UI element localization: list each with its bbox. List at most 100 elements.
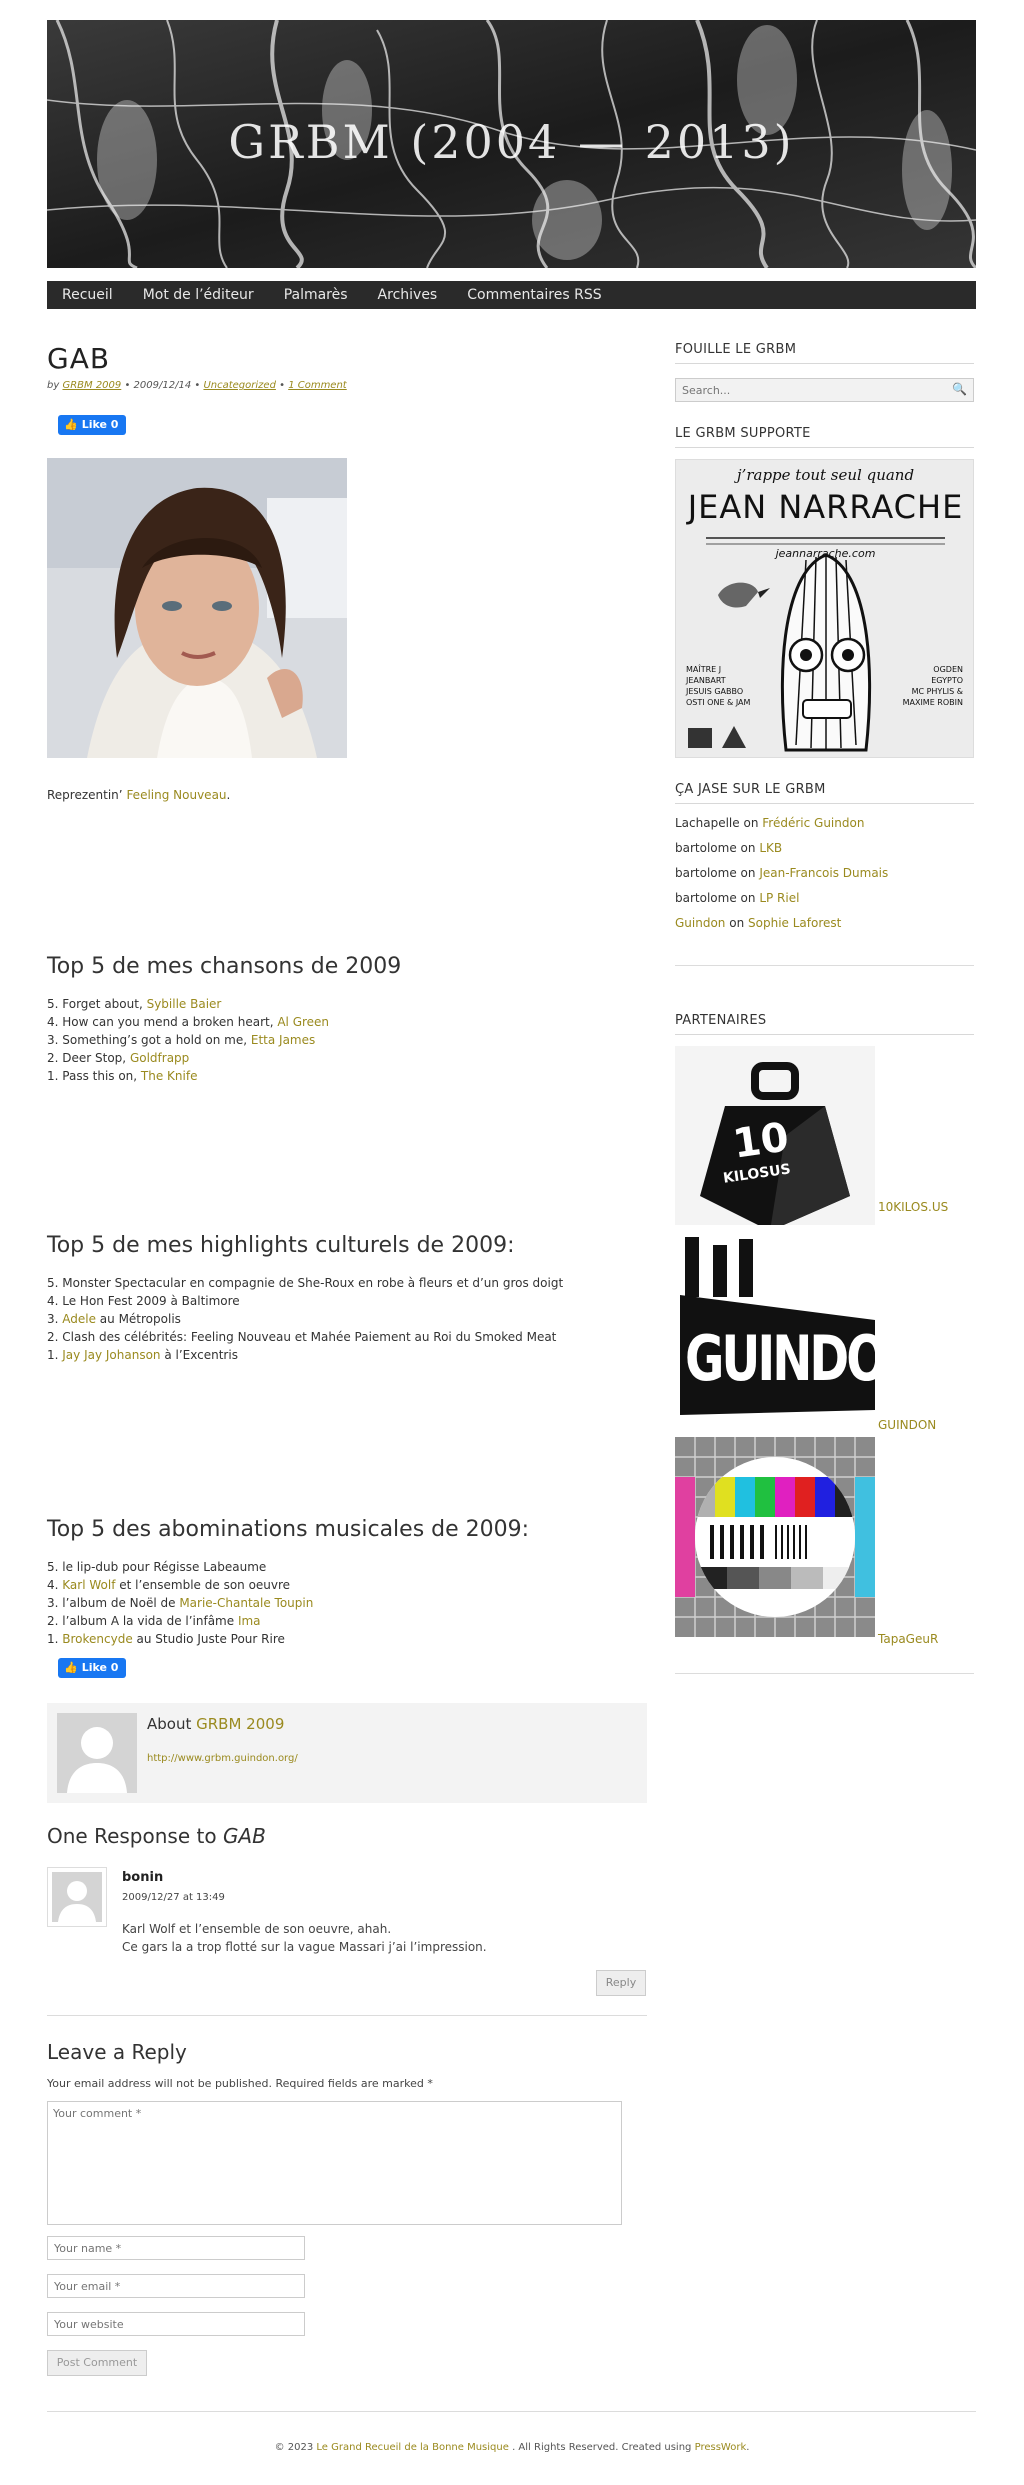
- thumbs-up-icon: 👍: [64, 1661, 78, 1674]
- author-about: About GRBM 2009: [147, 1715, 284, 1733]
- comment-textarea[interactable]: [47, 2101, 622, 2225]
- facebook-like-button-bottom[interactable]: 👍 Like 0: [58, 1658, 127, 1678]
- artist-link[interactable]: Adele: [62, 1312, 96, 1326]
- reply-button[interactable]: Reply: [596, 1970, 646, 1996]
- artist-link[interactable]: Goldfrapp: [130, 1051, 189, 1065]
- partner-logo-text: 10: [730, 1114, 792, 1168]
- item-text: 3. l’album de Noël de: [47, 1596, 180, 1610]
- partner-tapageur: TapaGeuR: [675, 1437, 974, 1647]
- recent-comment-item: Lachapelle on Frédéric Guindon: [675, 816, 864, 830]
- artist-link[interactable]: Jay Jay Johanson: [62, 1348, 160, 1362]
- poster-name-line: MC PHYLIS &: [911, 687, 963, 696]
- nav-item-mot-de-lediteur[interactable]: Mot de l’éditeur: [128, 281, 269, 309]
- artist-link[interactable]: Marie-Chantale Toupin: [179, 1596, 313, 1610]
- artist-link[interactable]: Etta James: [251, 1033, 315, 1047]
- search-icon[interactable]: 🔍: [952, 382, 967, 396]
- list-item: 5. Monster Spectacular en compagnie de S…: [47, 1274, 563, 1292]
- artist-link[interactable]: Brokencyde: [62, 1632, 132, 1646]
- comment-post-link[interactable]: Frédéric Guindon: [762, 816, 864, 830]
- footer-site-link[interactable]: Le Grand Recueil de la Bonne Musique: [316, 2442, 509, 2453]
- nav-item-palmares[interactable]: Palmarès: [269, 281, 363, 309]
- author-name-link[interactable]: GRBM 2009: [196, 1715, 284, 1733]
- facebook-like-label: Like 0: [81, 1661, 119, 1674]
- leave-reply-title: Leave a Reply: [47, 2040, 187, 2064]
- author-about-label: About: [147, 1715, 192, 1733]
- post-author-link[interactable]: GRBM 2009: [62, 380, 121, 391]
- author-avatar: [57, 1713, 137, 1793]
- facebook-like-label: Like 0: [81, 418, 119, 431]
- jean-narrache-poster[interactable]: j’rappe tout seul quand JEAN NARRACHE je…: [675, 459, 974, 758]
- name-field[interactable]: [47, 2236, 305, 2260]
- item-text: 3.: [47, 1312, 63, 1326]
- list-item: 2. Clash des célébrités: Feeling Nouveau…: [47, 1328, 563, 1346]
- recent-comment-item: Guindon on Sophie Laforest: [675, 916, 841, 930]
- list-item: 3. Something’s got a hold on me, Etta Ja…: [47, 1031, 329, 1049]
- footer-suffix: .: [746, 2442, 750, 2453]
- list-item: 2. Deer Stop, Goldfrapp: [47, 1049, 329, 1067]
- comment-post-link[interactable]: LP Riel: [759, 891, 799, 905]
- section-heading-abominations: Top 5 des abominations musicales de 2009…: [47, 1517, 530, 1542]
- website-field[interactable]: [47, 2312, 305, 2336]
- recent-comment-item: bartolome on Jean-Francois Dumais: [675, 866, 888, 880]
- nav-item-archives[interactable]: Archives: [363, 281, 453, 309]
- item-text: 2. l’album A la vida de l’infâme: [47, 1614, 238, 1628]
- recent-comment-item: bartolome on LKB: [675, 841, 782, 855]
- responses-title-post: GAB: [222, 1824, 266, 1848]
- comment-avatar: [47, 1867, 107, 1927]
- footer: © 2023 Le Grand Recueil de la Bonne Musi…: [0, 2442, 1024, 2453]
- feeling-nouveau-link[interactable]: Feeling Nouveau: [126, 788, 226, 802]
- comment-on: on: [729, 916, 745, 930]
- post-comment-button[interactable]: Post Comment: [47, 2350, 147, 2376]
- facebook-like-button[interactable]: 👍 Like 0: [58, 415, 127, 435]
- nav-item-recueil[interactable]: Recueil: [47, 281, 128, 309]
- header-banner: GRBM (2004 — 2013): [47, 20, 976, 268]
- footer-divider: [47, 2411, 976, 2412]
- reply-note: Your email address will not be published…: [47, 2077, 433, 2090]
- recent-comments-title: ÇA JASE SUR LE GRBM: [675, 782, 974, 804]
- post-category-link[interactable]: Uncategorized: [203, 380, 275, 391]
- comment-post-link[interactable]: Jean-Francois Dumais: [759, 866, 888, 880]
- nav-item-commentaires-rss[interactable]: Commentaires RSS: [452, 281, 616, 309]
- artist-link[interactable]: Sybille Baier: [147, 997, 222, 1011]
- partner-logo-10kilos[interactable]: 10 KILOSUS: [675, 1046, 875, 1246]
- partner-logo-tapageur[interactable]: [675, 1437, 875, 1637]
- partner-link[interactable]: TapaGeuR: [878, 1632, 938, 1646]
- item-text: 5. Forget about,: [47, 997, 147, 1011]
- artist-link[interactable]: Ima: [238, 1614, 261, 1628]
- support-widget-title: LE GRBM SUPPORTE: [675, 426, 974, 448]
- list-item: 1. Pass this on, The Knife: [47, 1067, 329, 1085]
- poster-name-line: EGYPTO: [931, 676, 963, 685]
- item-text: 2. Deer Stop,: [47, 1051, 130, 1065]
- intro-prefix: Reprezentin’: [47, 788, 123, 802]
- top-songs-list: 5. Forget about, Sybille Baier 4. How ca…: [47, 995, 329, 1085]
- section-heading-highlights: Top 5 de mes highlights culturels de 200…: [47, 1233, 515, 1258]
- post-comments-link[interactable]: 1 Comment: [288, 380, 347, 391]
- poster-name-line: MAÎTRE J: [686, 665, 722, 674]
- partner-logo-text: GUINDON: [685, 1322, 875, 1396]
- email-field[interactable]: [47, 2274, 305, 2298]
- partner-link[interactable]: 10KILOS.US: [878, 1200, 948, 1214]
- search-box: 🔍: [675, 378, 974, 402]
- comment-post-link[interactable]: LKB: [759, 841, 782, 855]
- item-text: 1.: [47, 1632, 63, 1646]
- search-input[interactable]: [676, 379, 946, 401]
- artist-link[interactable]: Al Green: [277, 1015, 329, 1029]
- site-title[interactable]: GRBM (2004 — 2013): [47, 115, 976, 169]
- partner-logo-guindon[interactable]: GUINDON: [675, 1225, 875, 1425]
- divider: [47, 2015, 647, 2016]
- author-url-link[interactable]: http://www.grbm.guindon.org/: [147, 1753, 298, 1764]
- comment-post-link[interactable]: Sophie Laforest: [748, 916, 841, 930]
- main-navigation: Recueil Mot de l’éditeur Palmarès Archiv…: [47, 281, 976, 309]
- item-text: 1.: [47, 1348, 63, 1362]
- artist-link[interactable]: The Knife: [141, 1069, 198, 1083]
- artist-link[interactable]: Karl Wolf: [62, 1578, 115, 1592]
- comment-date[interactable]: 2009/12/27 at 13:49: [122, 1892, 225, 1903]
- thumbs-up-icon: 👍: [64, 418, 78, 431]
- comment-who-link[interactable]: Guindon: [675, 916, 725, 930]
- divider: [675, 1673, 974, 1674]
- footer-credit-link[interactable]: PressWork: [695, 2442, 747, 2453]
- responses-title-prefix: One Response to: [47, 1824, 217, 1848]
- item-after: au Métropolis: [95, 1312, 181, 1326]
- list-item: 4. Karl Wolf et l’ensemble de son oeuvre: [47, 1576, 313, 1594]
- partner-link[interactable]: GUINDON: [878, 1418, 936, 1432]
